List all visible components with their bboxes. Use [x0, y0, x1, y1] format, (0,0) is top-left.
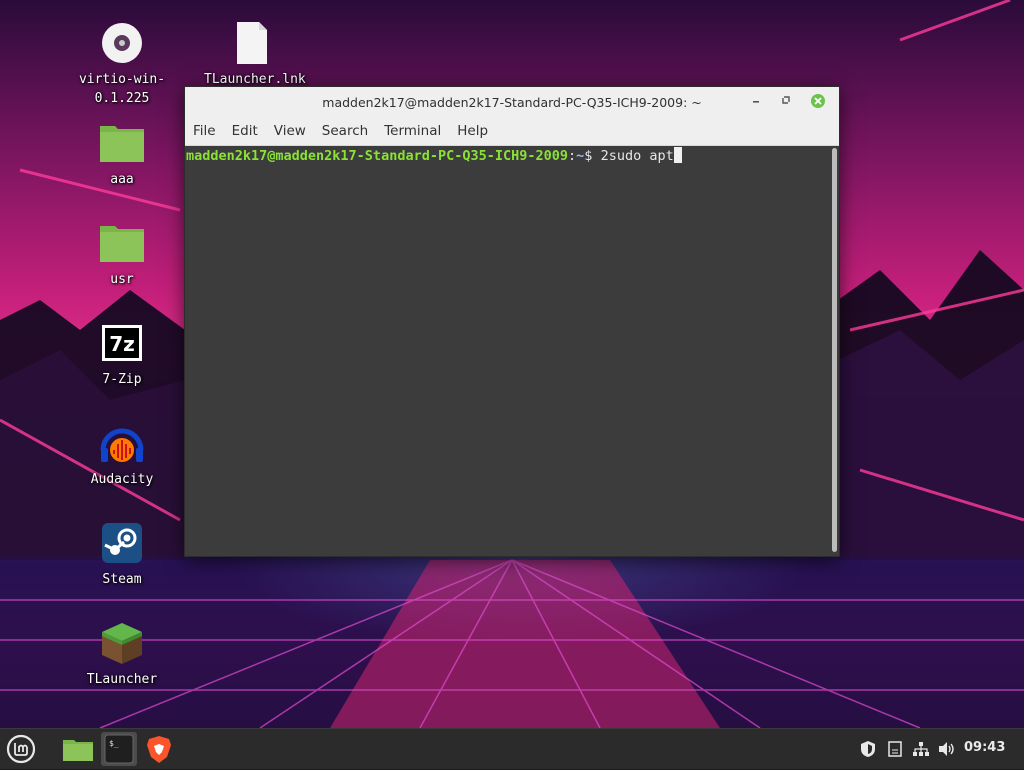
steam-icon — [99, 520, 145, 566]
menu-file[interactable]: File — [193, 123, 216, 139]
brave-browser-icon — [147, 736, 171, 763]
desktop-icon-steam[interactable]: Steam — [74, 520, 170, 589]
desktop-icon-label: TLauncher — [86, 672, 158, 687]
terminal-scrollbar[interactable] — [832, 148, 837, 552]
minecraft-grass-block-icon — [99, 620, 145, 666]
command-input[interactable]: 2sudo apt — [601, 148, 674, 164]
window-title: madden2k17@madden2k17-Standard-PC-Q35-IC… — [322, 95, 702, 110]
text-cursor — [673, 147, 682, 163]
menu-terminal[interactable]: Terminal — [384, 123, 441, 139]
shield-icon[interactable] — [860, 740, 876, 762]
prompt-separator: : — [568, 148, 577, 164]
network-icon[interactable] — [912, 741, 930, 761]
desktop-icon-7zip[interactable]: 7z 7-Zip — [74, 320, 170, 389]
desktop-icon-label: virtio-win- 0.1.225 — [78, 72, 166, 106]
desktop-icon-audacity[interactable]: Audacity — [74, 420, 170, 489]
mint-menu-icon — [6, 734, 36, 764]
desktop-icon-label: usr — [110, 272, 134, 287]
menu-view[interactable]: View — [274, 123, 306, 139]
close-button[interactable] — [809, 93, 827, 111]
desktop-icon-label: Steam — [102, 572, 142, 587]
menu-bar: File Edit View Search Terminal Help — [185, 117, 839, 146]
clock[interactable]: 09:43 — [964, 740, 1005, 755]
svg-text:7z: 7z — [109, 332, 135, 356]
audacity-icon — [99, 420, 145, 466]
7zip-icon: 7z — [99, 320, 145, 366]
minimize-button[interactable] — [747, 93, 765, 111]
window-titlebar[interactable]: madden2k17@madden2k17-Standard-PC-Q35-IC… — [185, 87, 839, 117]
menu-help[interactable]: Help — [457, 123, 488, 139]
taskbar-files-button[interactable] — [62, 733, 94, 765]
svg-text:$_: $_ — [109, 739, 119, 748]
minimize-icon — [753, 101, 759, 103]
file-icon — [229, 20, 275, 66]
folder-icon — [99, 220, 145, 266]
terminal-icon: $_ — [104, 734, 134, 764]
prompt-user-host: madden2k17@madden2k17-Standard-PC-Q35-IC… — [186, 148, 569, 164]
menu-search[interactable]: Search — [322, 123, 368, 139]
prompt-symbol: $ — [584, 148, 601, 164]
desktop-icon-tlauncher[interactable]: TLauncher — [74, 620, 170, 689]
mint-menu-button[interactable] — [5, 733, 37, 765]
terminal-window[interactable]: madden2k17@madden2k17-Standard-PC-Q35-IC… — [184, 86, 840, 557]
desktop-icon-aaa[interactable]: aaa — [74, 120, 170, 189]
menu-edit[interactable]: Edit — [232, 123, 258, 139]
taskbar-terminal-button[interactable]: $_ — [101, 732, 137, 766]
desktop-icon-label: 7-Zip — [102, 372, 142, 387]
disc-icon — [99, 20, 145, 66]
terminal-line: madden2k17@madden2k17-Standard-PC-Q35-IC… — [186, 147, 829, 165]
desktop-icon-label: aaa — [110, 172, 134, 187]
taskbar-brave-button[interactable] — [143, 733, 175, 765]
restore-icon — [782, 96, 790, 104]
desktop-icon-virtio-win[interactable]: virtio-win- 0.1.225 — [74, 20, 170, 108]
notes-icon[interactable] — [888, 741, 902, 761]
close-icon — [811, 94, 825, 108]
files-folder-icon — [63, 740, 93, 761]
maximize-button[interactable] — [777, 93, 795, 111]
taskbar: $_ 09:43 — [0, 728, 1024, 769]
folder-icon — [99, 120, 145, 166]
desktop-icon-label: Audacity — [90, 472, 154, 487]
terminal-output[interactable]: madden2k17@madden2k17-Standard-PC-Q35-IC… — [185, 146, 829, 556]
desktop-icon-usr[interactable]: usr — [74, 220, 170, 289]
volume-icon[interactable] — [938, 741, 956, 761]
desktop-icon-tlauncher-lnk[interactable]: TLauncher.lnk — [204, 20, 306, 89]
